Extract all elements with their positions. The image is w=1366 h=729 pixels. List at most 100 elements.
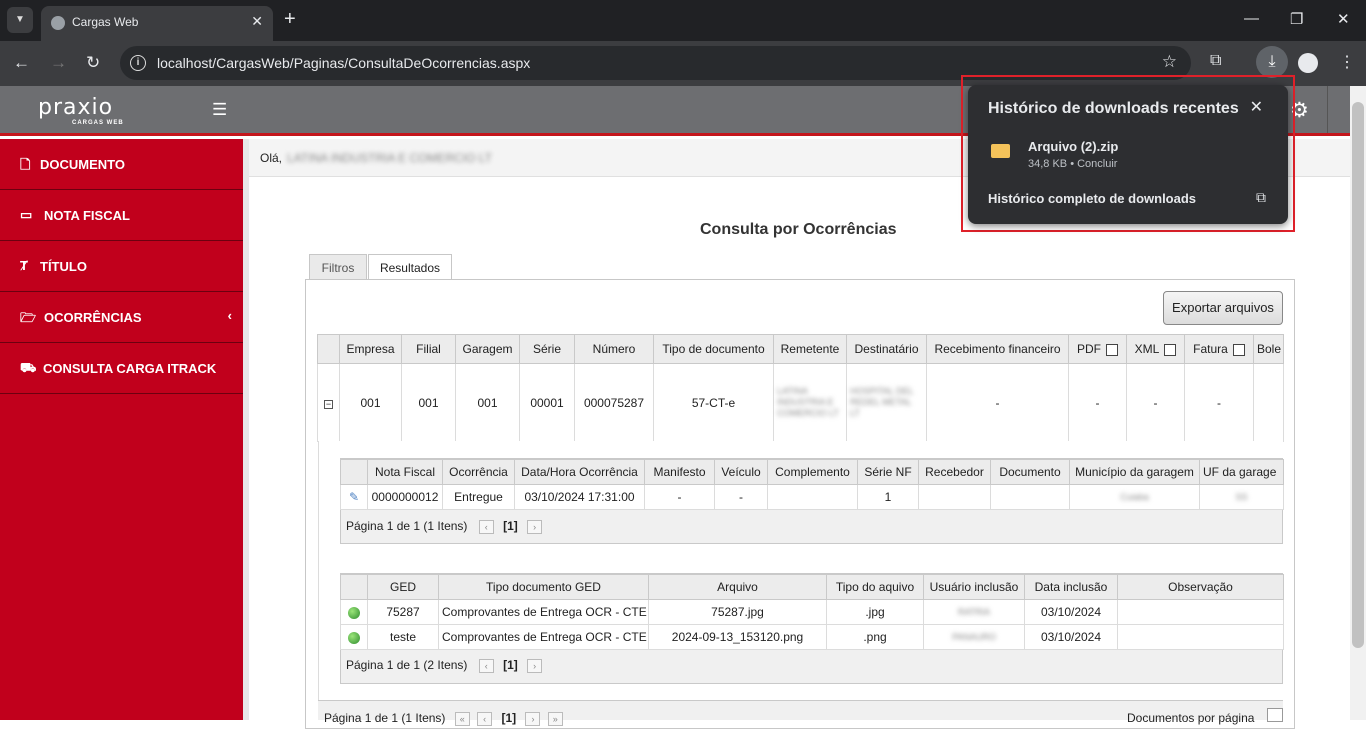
column-header[interactable]: Data inclusão bbox=[1024, 574, 1118, 600]
prev-page-button[interactable]: ‹ bbox=[478, 519, 494, 534]
sidebar-item-consulta-carga-itrack[interactable]: ⛟ CONSULTA CARGA ITRACK bbox=[0, 343, 243, 394]
back-button[interactable]: ← bbox=[13, 53, 30, 73]
next-page-button[interactable]: › bbox=[527, 519, 543, 534]
edit-note-icon[interactable]: ✎ bbox=[349, 490, 359, 504]
browser-menu-icon[interactable]: ⋮ bbox=[1339, 52, 1355, 72]
column-header[interactable]: Destinatário bbox=[846, 334, 927, 364]
sidebar-item-titulo[interactable]: Ⱦ TÍTULO bbox=[0, 241, 243, 292]
table-row[interactable]: teste Comprovantes de Entrega OCR - CTE … bbox=[340, 624, 1284, 650]
column-header[interactable]: Município da garagem bbox=[1069, 459, 1200, 485]
external-link-icon[interactable]: ⧉ bbox=[1256, 189, 1266, 206]
cell-destinatario: HOSPITAL DEL REDEL METAL LT bbox=[846, 363, 927, 442]
cell-observacao bbox=[1117, 624, 1284, 650]
sidebar-item-nota-fiscal[interactable]: ▭ NOTA FISCAL bbox=[0, 190, 243, 241]
fatura-header: Fatura bbox=[1184, 334, 1254, 364]
sidebar-item-documento[interactable]: 🗋 DOCUMENTO bbox=[0, 139, 243, 190]
tab-search-button[interactable]: ▼ bbox=[7, 7, 33, 33]
table-row[interactable]: ✎ 0000000012 Entregue 03/10/2024 17:31:0… bbox=[340, 484, 1284, 510]
extensions-icon[interactable]: ⧉ bbox=[1210, 52, 1221, 70]
column-header[interactable]: Tipo de documento bbox=[653, 334, 774, 364]
cell-usuario: PANAURO bbox=[923, 624, 1025, 650]
column-header[interactable]: Tipo documento GED bbox=[438, 574, 649, 600]
column-header[interactable]: Manifesto bbox=[644, 459, 715, 485]
documents-pager: Página 1 de 1 (1 Itens) « ‹ [1] › » bbox=[324, 711, 565, 726]
column-header[interactable]: Arquivo bbox=[648, 574, 827, 600]
title-icon: Ⱦ bbox=[20, 258, 28, 273]
table-row[interactable]: 75287 Comprovantes de Entrega OCR - CTE … bbox=[340, 599, 1284, 625]
column-header[interactable]: GED bbox=[367, 574, 439, 600]
icon-column-header bbox=[340, 459, 368, 485]
current-page[interactable]: [1] bbox=[501, 711, 516, 725]
export-files-button[interactable]: Exportar arquivos bbox=[1163, 291, 1283, 325]
column-header[interactable]: Recebedor bbox=[918, 459, 991, 485]
column-header[interactable]: Bole bbox=[1253, 334, 1284, 364]
table-row[interactable]: − 001 001 001 00001 000075287 57-CT-e LA… bbox=[317, 363, 1284, 442]
first-page-button[interactable]: « bbox=[454, 711, 470, 726]
xml-select-all-checkbox[interactable] bbox=[1164, 343, 1177, 356]
globe-icon[interactable] bbox=[348, 606, 360, 619]
pdf-select-all-checkbox[interactable] bbox=[1106, 343, 1118, 356]
column-header[interactable]: Recebimento financeiro bbox=[926, 334, 1069, 364]
bookmark-star-icon[interactable]: ☆ bbox=[1162, 52, 1177, 72]
column-header[interactable]: Série NF bbox=[857, 459, 919, 485]
column-header[interactable]: Usuário inclusão bbox=[923, 574, 1025, 600]
documents-grid: Empresa Filial Garagem Série Número Tipo… bbox=[317, 334, 1284, 442]
url-text[interactable]: localhost/CargasWeb/Paginas/ConsultaDeOc… bbox=[157, 55, 530, 71]
ocorrencias-grid: Nota Fiscal Ocorrência Data/Hora Ocorrên… bbox=[340, 459, 1284, 510]
tab-filtros[interactable]: Filtros bbox=[309, 254, 367, 280]
column-header[interactable]: Garagem bbox=[455, 334, 520, 364]
column-header[interactable]: Tipo do aquivo bbox=[826, 574, 924, 600]
hamburger-menu-icon[interactable]: ☰ bbox=[212, 100, 227, 120]
new-tab-button[interactable]: + bbox=[284, 8, 296, 30]
cell-filial: 001 bbox=[401, 363, 456, 442]
current-page[interactable]: [1] bbox=[503, 519, 518, 533]
column-header[interactable]: Veículo bbox=[714, 459, 768, 485]
column-header[interactable]: Filial bbox=[401, 334, 456, 364]
column-header[interactable]: Observação bbox=[1117, 574, 1284, 600]
cell-fatura: - bbox=[1184, 363, 1254, 442]
header-divider bbox=[1327, 86, 1328, 133]
profile-avatar-icon[interactable] bbox=[1298, 53, 1318, 73]
sidebar-splitter[interactable] bbox=[243, 139, 249, 720]
document-icon: 🗋 bbox=[20, 157, 31, 172]
cell-boleto bbox=[1253, 363, 1284, 442]
minimize-button[interactable]: — bbox=[1244, 10, 1259, 27]
prev-page-button[interactable]: ‹ bbox=[478, 658, 494, 673]
current-page[interactable]: [1] bbox=[503, 658, 518, 672]
cell-arquivo: 2024-09-13_153120.png bbox=[648, 624, 827, 650]
globe-icon[interactable] bbox=[348, 631, 360, 644]
last-page-button[interactable]: » bbox=[547, 711, 563, 726]
restore-button[interactable]: ❐ bbox=[1290, 10, 1303, 28]
browser-tab[interactable]: Cargas Web ✕ bbox=[41, 6, 273, 41]
forward-button[interactable]: → bbox=[50, 53, 67, 73]
prev-page-button[interactable]: ‹ bbox=[477, 711, 493, 726]
column-header[interactable]: Complemento bbox=[767, 459, 858, 485]
column-header[interactable]: Série bbox=[519, 334, 575, 364]
full-download-history-link[interactable]: Histórico completo de downloads bbox=[988, 191, 1196, 206]
next-page-button[interactable]: › bbox=[525, 711, 541, 726]
reload-button[interactable]: ↻ bbox=[86, 53, 100, 73]
download-icon[interactable]: ⤓ bbox=[1256, 46, 1288, 78]
column-header[interactable]: Documento bbox=[990, 459, 1070, 485]
column-header[interactable]: Remetente bbox=[773, 334, 847, 364]
ocorrencias-pager: Página 1 de 1 (1 Itens) ‹ [1] › bbox=[346, 519, 544, 534]
close-window-button[interactable]: ✕ bbox=[1337, 10, 1350, 28]
fatura-select-all-checkbox[interactable] bbox=[1232, 343, 1245, 356]
sidebar-item-ocorrencias[interactable]: 🗁 OCORRÊNCIAS ‹ bbox=[0, 292, 243, 343]
info-icon[interactable]: i bbox=[130, 55, 146, 71]
tab-close-icon[interactable]: ✕ bbox=[251, 13, 263, 30]
column-header[interactable]: Empresa bbox=[339, 334, 402, 364]
scrollbar-thumb[interactable] bbox=[1352, 102, 1364, 648]
column-header[interactable]: Nota Fiscal bbox=[367, 459, 443, 485]
download-file-name[interactable]: Arquivo (2).zip bbox=[1028, 139, 1118, 154]
close-icon[interactable]: ✕ bbox=[1250, 97, 1263, 117]
collapse-row-icon[interactable]: − bbox=[324, 399, 333, 409]
greeting-label: Olá, bbox=[260, 151, 283, 165]
column-header[interactable]: UF da garage bbox=[1199, 459, 1284, 485]
tab-resultados[interactable]: Resultados bbox=[368, 254, 452, 281]
column-header[interactable]: Número bbox=[574, 334, 654, 364]
column-header[interactable]: Data/Hora Ocorrência bbox=[514, 459, 645, 485]
folder-icon: 🗁 bbox=[20, 310, 37, 325]
next-page-button[interactable]: › bbox=[527, 658, 543, 673]
column-header[interactable]: Ocorrência bbox=[442, 459, 515, 485]
